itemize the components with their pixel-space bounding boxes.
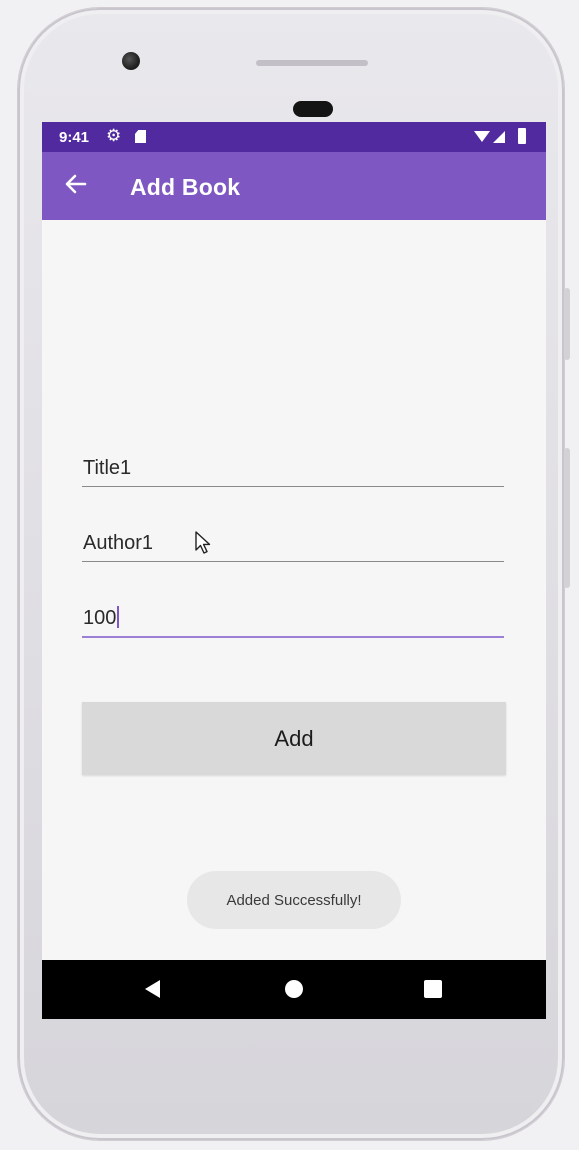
navigation-bar xyxy=(42,960,546,1019)
device-screen: 9:41 ⚙ Add Book Title1 Author1 100 Add A… xyxy=(42,122,546,1019)
back-button[interactable] xyxy=(54,162,98,206)
battery-icon xyxy=(518,128,526,144)
mouse-cursor-icon xyxy=(195,531,211,554)
home-circle-icon[interactable] xyxy=(285,980,303,998)
status-bar: 9:41 ⚙ xyxy=(42,122,546,152)
author-field-value: Author1 xyxy=(83,532,154,554)
volume-button xyxy=(564,448,570,588)
gear-icon: ⚙ xyxy=(106,126,122,145)
signal-icon xyxy=(493,131,505,143)
text-caret xyxy=(117,606,120,628)
add-button[interactable]: Add xyxy=(82,702,506,775)
power-button xyxy=(564,288,570,360)
toast-message: Added Successfully! xyxy=(187,871,401,929)
app-bar: Add Book xyxy=(42,152,546,220)
title-field-value: Title1 xyxy=(83,457,132,479)
arrow-left-icon xyxy=(65,174,87,194)
sd-card-icon xyxy=(135,130,146,143)
number-field-value: 100 xyxy=(83,607,117,629)
title-field[interactable]: Title1 xyxy=(82,446,504,487)
author-field[interactable]: Author1 xyxy=(82,521,504,562)
number-field-content: 100 xyxy=(83,606,120,630)
number-field[interactable]: 100 xyxy=(82,596,504,638)
back-triangle-icon[interactable] xyxy=(145,980,160,998)
front-camera xyxy=(122,52,140,70)
recents-square-icon[interactable] xyxy=(424,980,442,998)
proximity-sensor xyxy=(293,101,333,117)
earpiece-speaker xyxy=(256,60,368,66)
status-time: 9:41 xyxy=(59,129,90,146)
wifi-icon xyxy=(474,131,490,142)
page-title: Add Book xyxy=(130,174,241,200)
